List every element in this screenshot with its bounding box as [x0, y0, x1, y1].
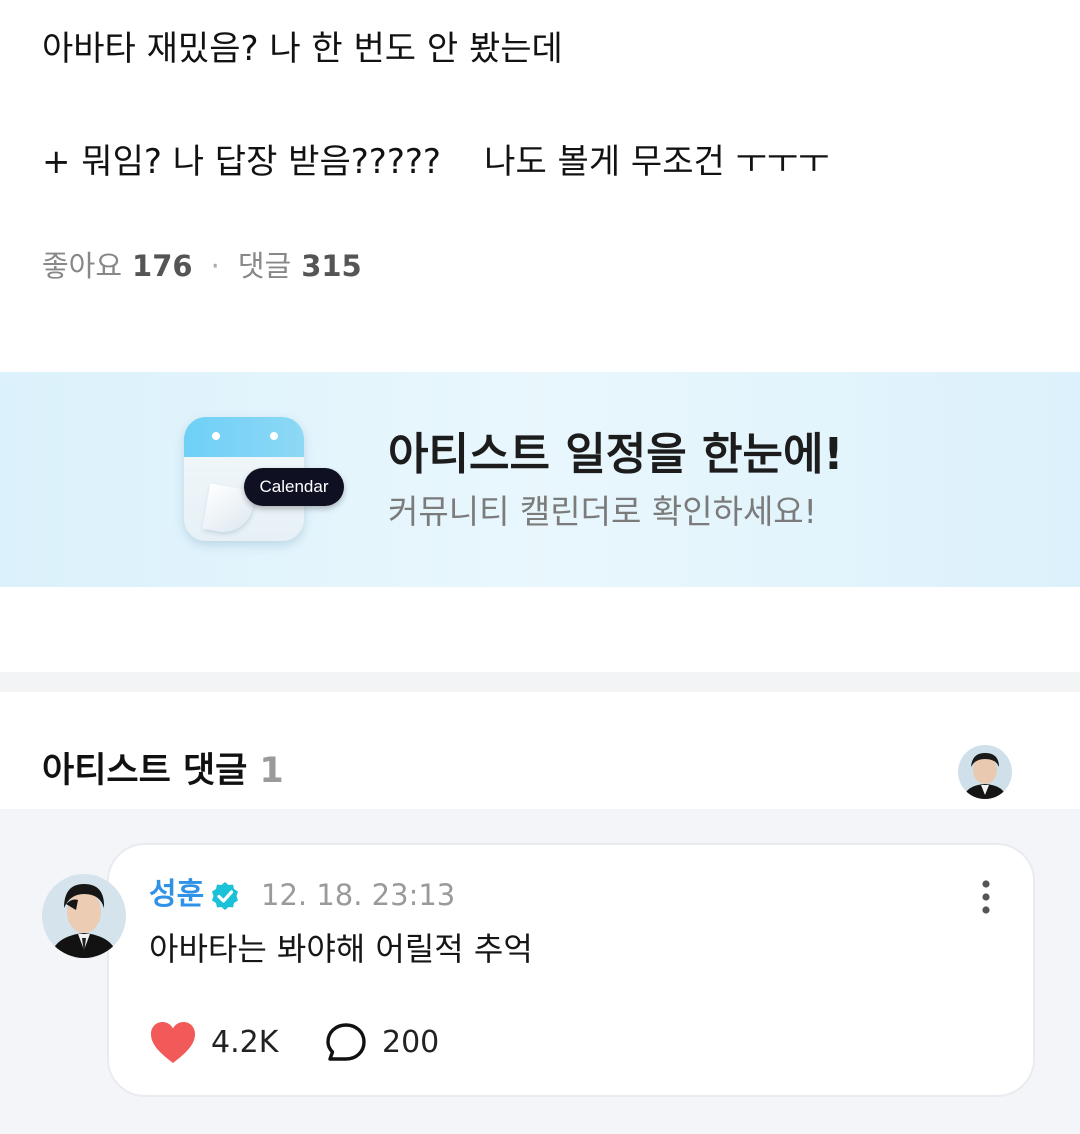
- avatar-image: [42, 874, 126, 958]
- banner-subtitle: 커뮤니티 캘린더로 확인하세요!: [388, 492, 817, 531]
- reply-count: 200: [382, 1025, 440, 1060]
- like-count: 4.2K: [211, 1025, 279, 1060]
- verified-badge-icon: [212, 882, 238, 910]
- comments-count: 315: [301, 249, 362, 283]
- banner-title: 아티스트 일정을 한눈에!: [388, 429, 844, 480]
- artist-comment-card: 성훈 12. 18. 23:13 아바타는 봐야해 어릴적 추억 4.2K 20…: [107, 843, 1035, 1097]
- avatar-image: [958, 745, 1012, 799]
- calendar-icon-header: [184, 417, 304, 457]
- calendar-icon: Calendar: [184, 417, 344, 543]
- comment-timestamp: 12. 18. 23:13: [261, 878, 456, 912]
- artist-avatar-small[interactable]: [958, 745, 1012, 799]
- heart-icon: [151, 1022, 195, 1063]
- comment-author-avatar[interactable]: [42, 874, 126, 958]
- post-text-line-1: 아바타 재밌음? 나 한 번도 안 봤는데: [42, 29, 563, 69]
- section-divider: [0, 672, 1080, 692]
- stats-separator: ·: [210, 249, 220, 283]
- comment-text: 아바타는 봐야해 어릴적 추억: [149, 930, 533, 968]
- artist-comments-count: 1: [259, 751, 284, 791]
- calendar-tag: Calendar: [244, 468, 344, 506]
- reply-button[interactable]: 200: [324, 1020, 439, 1066]
- calendar-ring-right: [270, 432, 278, 440]
- calendar-promo-banner[interactable]: Calendar 아티스트 일정을 한눈에! 커뮤니티 캘린더로 확인하세요!: [0, 372, 1080, 587]
- more-options-button[interactable]: [971, 877, 1001, 917]
- calendar-ring-left: [212, 432, 220, 440]
- artist-comments-title: 아티스트 댓글: [42, 751, 248, 791]
- post-text-line-2: + 뭐임? 나 답장 받음????? 나도 볼게 무조건 ㅜㅜㅜ: [42, 142, 830, 182]
- speech-bubble-icon: [326, 1023, 366, 1061]
- likes-label: 좋아요: [42, 249, 123, 283]
- more-vertical-icon: [982, 880, 990, 914]
- like-button[interactable]: 4.2K: [149, 1020, 278, 1066]
- artist-comments-header: 아티스트 댓글 1: [42, 748, 284, 794]
- likes-count: 176: [132, 249, 193, 283]
- comment-author-name[interactable]: 성훈: [149, 875, 204, 915]
- post-stats: 좋아요 176 · 댓글 315: [42, 246, 362, 286]
- comments-label: 댓글: [237, 249, 292, 283]
